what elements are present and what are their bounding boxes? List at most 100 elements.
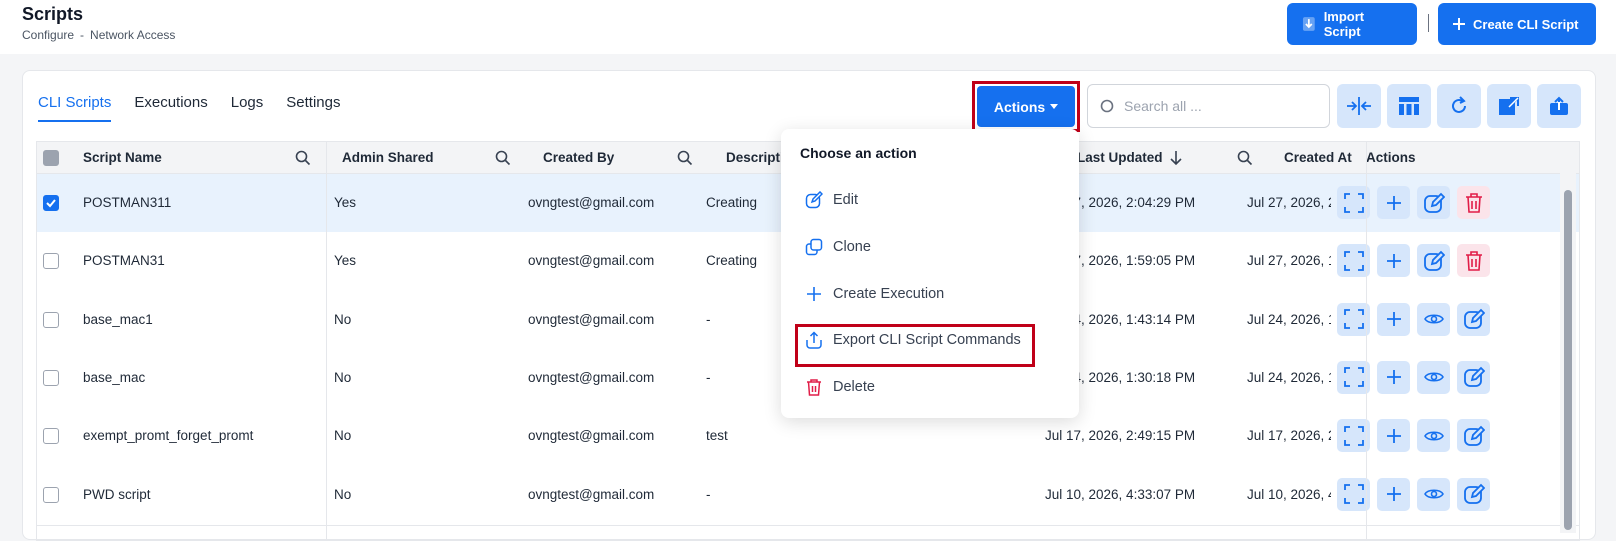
table-row[interactable]: PWD script No ovngtest@gmail.com - Jul 10, 2… (37, 465, 1579, 526)
eye-button[interactable] (1417, 477, 1450, 511)
column-header-created-at[interactable]: Created At (1284, 142, 1352, 174)
scrollbar-thumb[interactable] (1564, 190, 1572, 530)
plus-icon (1386, 195, 1401, 210)
edit-button[interactable] (1457, 360, 1490, 394)
header-divider (1428, 14, 1429, 32)
cell-script-name[interactable]: base_mac1 (83, 291, 323, 351)
cell-script-name[interactable]: POSTMAN311 (83, 174, 323, 234)
eye-icon (1423, 431, 1444, 441)
cell-script-name[interactable]: PWD script (83, 466, 323, 526)
plus-icon (1386, 428, 1401, 443)
actions-button[interactable]: Actions (977, 86, 1075, 127)
refresh-button[interactable] (1437, 84, 1481, 128)
edit-icon (805, 191, 823, 209)
trash-icon (1465, 192, 1482, 213)
eye-button[interactable] (1417, 419, 1450, 453)
row-checkbox[interactable] (43, 253, 59, 270)
import-icon (1302, 17, 1315, 31)
cell-script-name[interactable]: POSTMAN31 (83, 232, 323, 292)
eye-button[interactable] (1417, 302, 1450, 336)
cell-admin-shared: No (334, 369, 352, 385)
arrow-down-icon[interactable] (1169, 150, 1183, 166)
cell-created-at: Jul 24, 2026, 1 (1247, 369, 1331, 385)
cell-script-name[interactable]: base_mac (83, 349, 323, 409)
edit-button[interactable] (1457, 419, 1490, 453)
plus-button[interactable] (1377, 360, 1410, 394)
upload-button[interactable] (1537, 84, 1581, 128)
eye-icon (1423, 314, 1444, 324)
cell-created-at: Jul 17, 2026, 2 (1247, 428, 1331, 444)
column-header-created-by[interactable]: Created By (543, 142, 614, 174)
tab-cli-scripts[interactable]: CLI Scripts (38, 94, 112, 122)
tab-settings[interactable]: Settings (286, 94, 340, 122)
menu-title: Choose an action (800, 145, 917, 161)
cell-description: Creating (706, 253, 758, 269)
open-external-button[interactable] (1487, 84, 1531, 128)
breadcrumb-item-network-access: Network Access (90, 28, 176, 42)
edit-button[interactable] (1417, 186, 1450, 219)
column-header-description[interactable]: Descripti (726, 142, 784, 174)
columns-icon (1399, 97, 1419, 115)
search-input[interactable] (1124, 98, 1314, 114)
plus-button[interactable] (1377, 186, 1410, 219)
edit-icon (1423, 192, 1445, 213)
edit-button[interactable] (1457, 477, 1490, 511)
cell-description: test (706, 428, 728, 444)
edit-icon (1463, 367, 1485, 388)
search-icon[interactable] (295, 150, 311, 166)
tab-executions[interactable]: Executions (134, 94, 207, 122)
menu-item-clone[interactable]: Clone (805, 235, 871, 259)
search-icon[interactable] (1237, 150, 1253, 166)
cell-created-at: Jul 27, 2026, 1 (1247, 253, 1331, 269)
search-box (1087, 84, 1330, 128)
menu-item-create-execution[interactable]: Create Execution (805, 282, 944, 306)
plus-button[interactable] (1377, 419, 1410, 453)
search-icon (1100, 99, 1114, 112)
select-all-checkbox[interactable] (43, 150, 59, 166)
eye-button[interactable] (1417, 360, 1450, 394)
import-script-button[interactable]: Import Script (1287, 3, 1417, 45)
trash-button[interactable] (1457, 244, 1490, 278)
row-checkbox[interactable] (43, 486, 59, 503)
check-icon (46, 199, 56, 208)
page-header: Scripts Configure - Network Access Impor… (0, 0, 1616, 54)
row-checkbox[interactable] (43, 195, 59, 211)
trash-button[interactable] (1457, 186, 1490, 219)
edit-icon (1423, 250, 1445, 271)
edit-button[interactable] (1457, 302, 1490, 336)
clone-icon (805, 238, 823, 256)
expand-icon (1343, 367, 1364, 388)
eye-icon (1423, 372, 1444, 382)
caret-down-icon (1050, 103, 1059, 109)
cell-created-at: Jul 27, 2026, 2 (1247, 195, 1331, 210)
column-layout-button[interactable] (1387, 84, 1431, 128)
edit-button[interactable] (1417, 244, 1450, 278)
plus-icon (1386, 487, 1401, 501)
breadcrumb-item-configure[interactable]: Configure (22, 28, 74, 42)
row-checkbox[interactable] (43, 428, 59, 445)
cell-admin-shared: No (334, 428, 352, 444)
collapse-columns-button[interactable] (1337, 84, 1381, 128)
create-cli-script-button[interactable]: Create CLI Script (1438, 3, 1596, 45)
plus-icon (1386, 253, 1401, 268)
cell-admin-shared: Yes (334, 195, 357, 210)
tab-logs[interactable]: Logs (231, 94, 264, 122)
column-header-last-updated[interactable]: Last Updated (1077, 142, 1163, 174)
row-checkbox[interactable] (43, 369, 59, 386)
plus-icon (1386, 312, 1401, 327)
menu-item-delete[interactable]: Delete (805, 375, 875, 399)
plus-button[interactable] (1377, 477, 1410, 511)
plus-button[interactable] (1377, 302, 1410, 336)
edit-icon (1463, 308, 1485, 329)
menu-item-edit[interactable]: Edit (805, 188, 858, 212)
search-icon[interactable] (677, 150, 693, 166)
row-checkbox[interactable] (43, 311, 59, 328)
actions-label: Actions (993, 98, 1046, 115)
expand-icon (1343, 309, 1364, 329)
plus-icon (1453, 18, 1465, 30)
search-icon[interactable] (495, 150, 511, 166)
column-header-script-name[interactable]: Script Name (83, 142, 162, 174)
column-header-admin-shared[interactable]: Admin Shared (342, 142, 434, 174)
cell-script-name[interactable]: exempt_promt_forget_promt (83, 407, 323, 467)
plus-button[interactable] (1377, 244, 1410, 278)
